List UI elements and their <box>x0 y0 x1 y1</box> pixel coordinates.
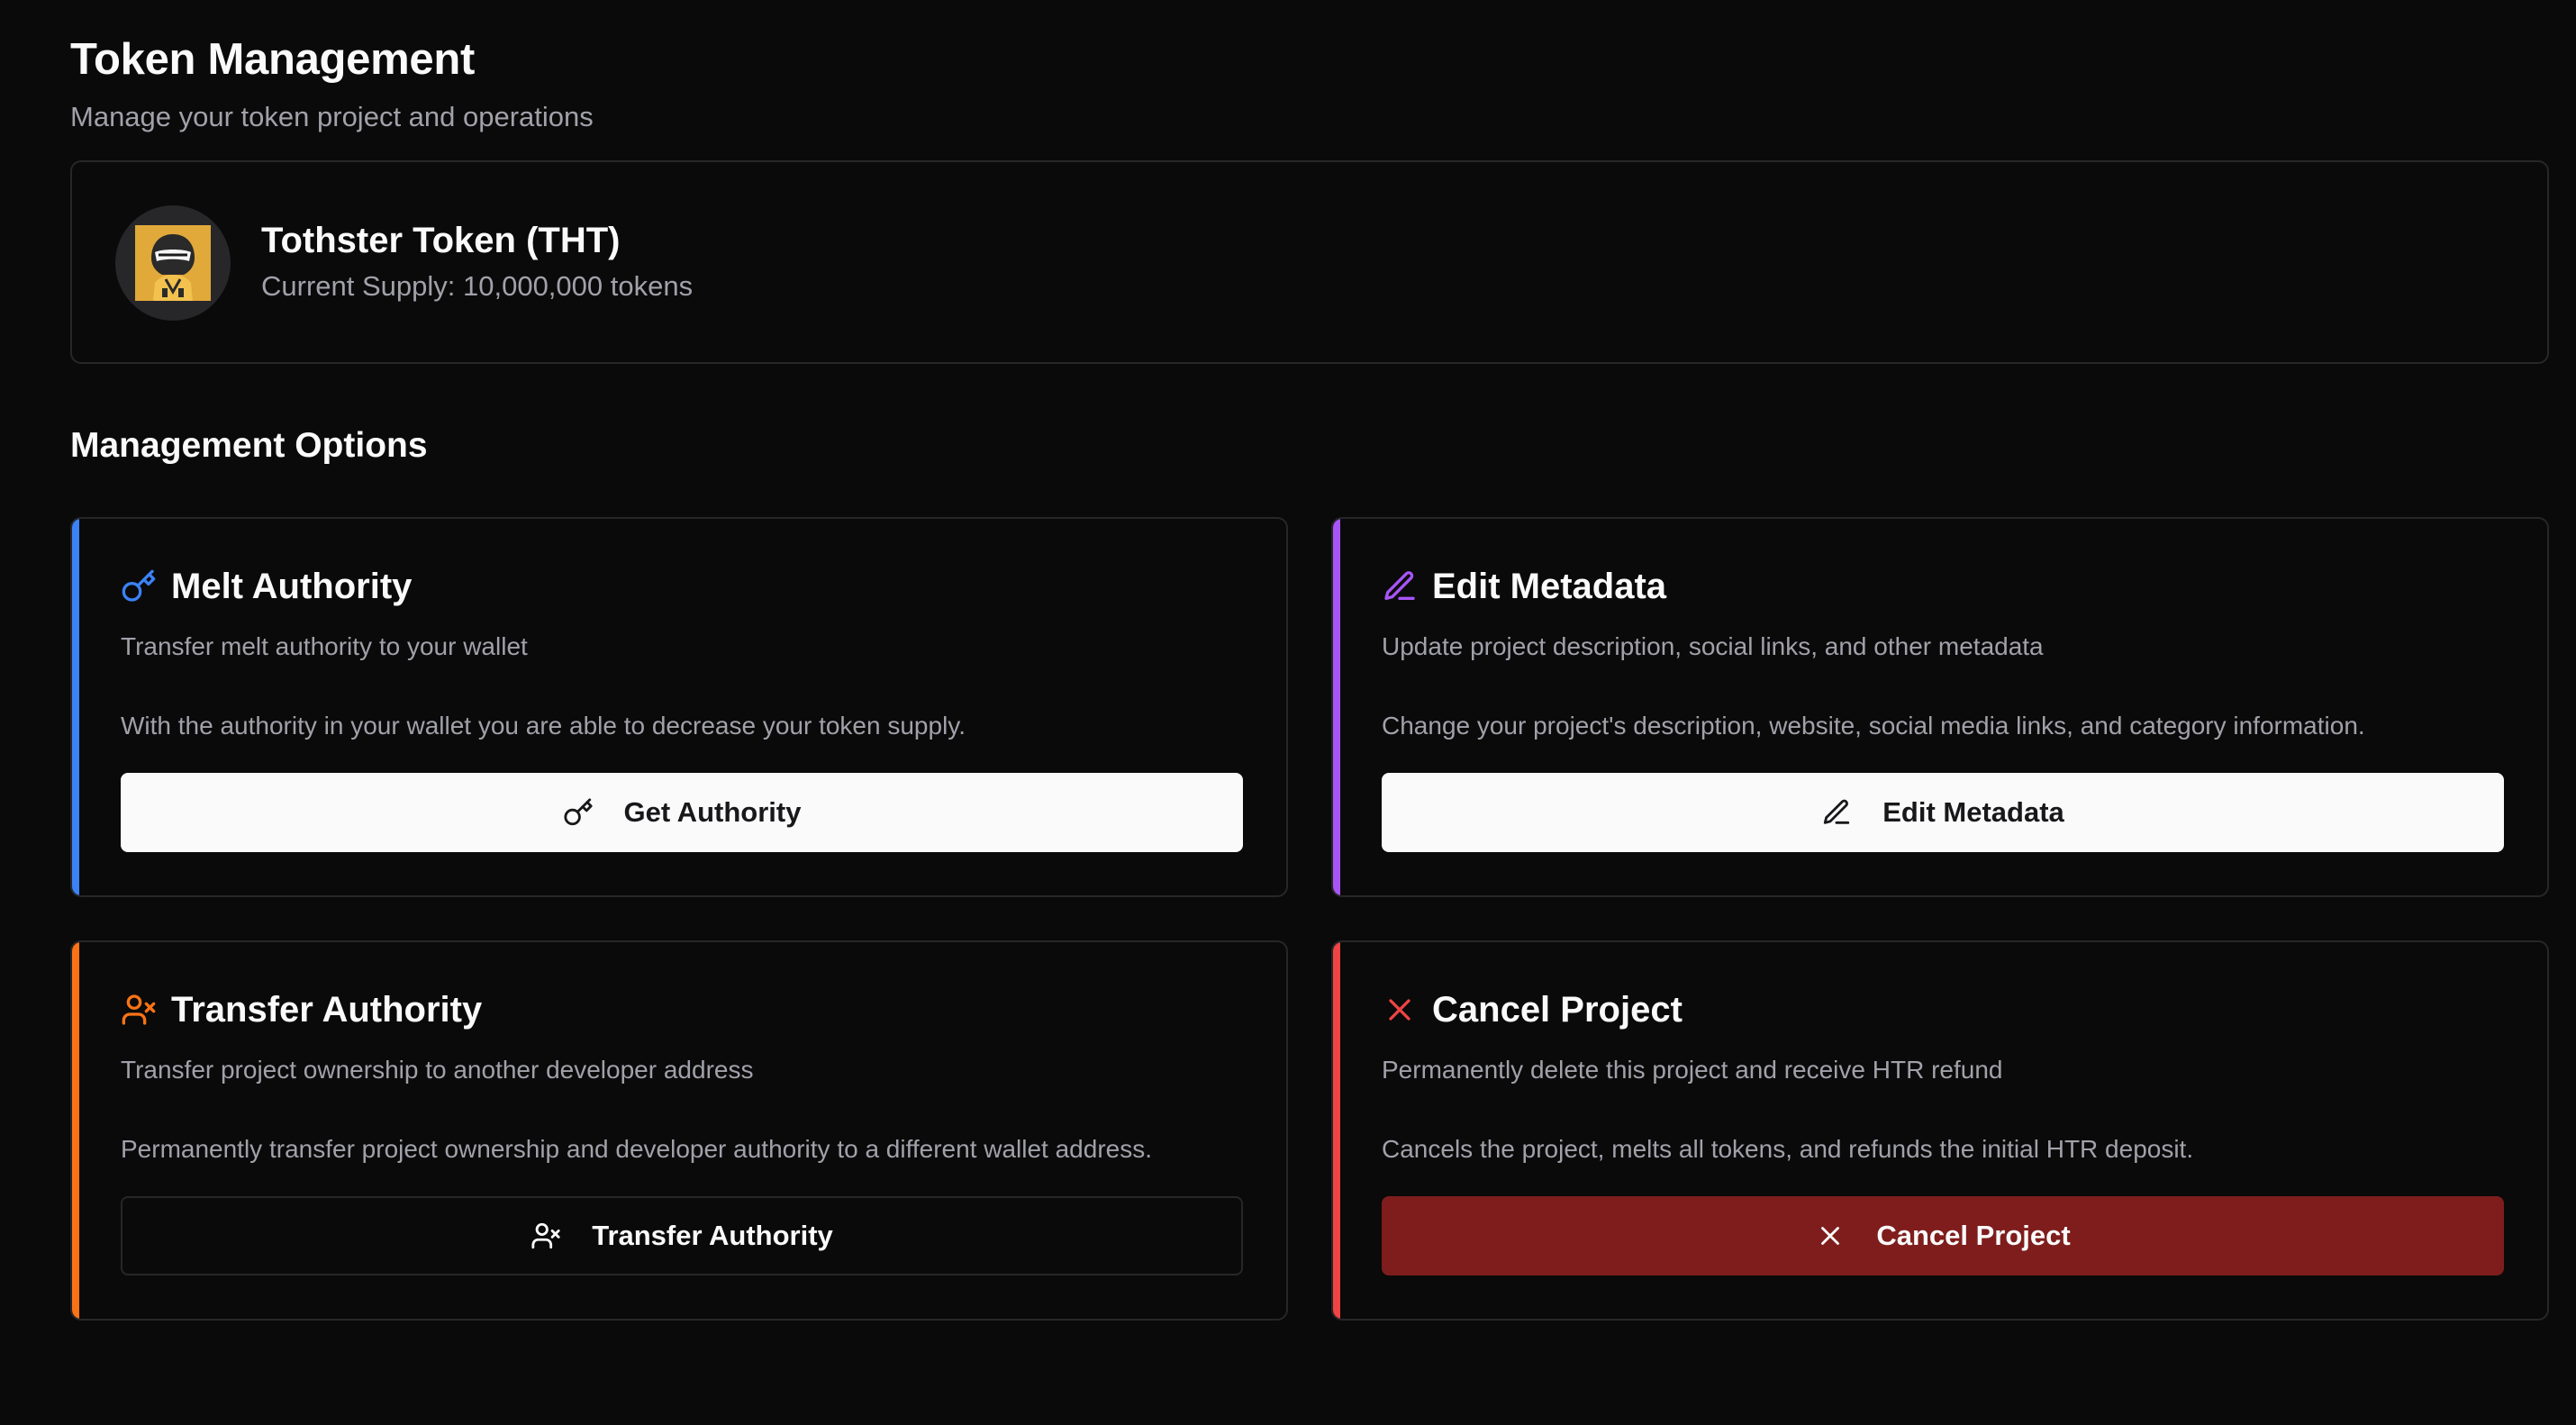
card-subtitle: Transfer project ownership to another de… <box>121 1056 754 1084</box>
transfer-authority-card: Transfer Authority Transfer project owne… <box>70 940 1288 1321</box>
pencil-icon <box>1821 797 1852 828</box>
token-avatar <box>115 205 231 321</box>
card-title: Cancel Project <box>1432 990 1683 1030</box>
cancel-project-card: Cancel Project Permanently delete this p… <box>1331 940 2549 1321</box>
card-title: Edit Metadata <box>1432 567 1667 606</box>
card-accent <box>1333 519 1340 895</box>
key-icon <box>121 568 157 604</box>
card-subtitle: Transfer melt authority to your wallet <box>121 632 528 660</box>
user-x-icon <box>531 1221 561 1251</box>
card-subtitle: Permanently delete this project and rece… <box>1382 1056 2003 1084</box>
button-label: Cancel Project <box>1876 1220 2071 1251</box>
get-authority-button[interactable]: Get Authority <box>121 773 1243 852</box>
card-header: Transfer Authority <box>121 987 482 1032</box>
edit-metadata-button[interactable]: Edit Metadata <box>1382 773 2504 852</box>
card-description: Change your project's description, websi… <box>1382 712 2365 740</box>
token-supply: Current Supply: 10,000,000 tokens <box>261 270 694 302</box>
edit-metadata-card: Edit Metadata Update project description… <box>1331 517 2549 897</box>
card-description: Permanently transfer project ownership a… <box>121 1135 1153 1163</box>
page-title: Token Management <box>70 35 475 84</box>
token-summary-card: Tothster Token (THT) Current Supply: 10,… <box>70 160 2549 364</box>
button-label: Edit Metadata <box>1882 796 2064 828</box>
key-icon <box>563 797 594 828</box>
card-title: Melt Authority <box>171 567 413 606</box>
pencil-icon <box>1382 568 1418 604</box>
button-label: Transfer Authority <box>592 1220 833 1251</box>
card-subtitle: Update project description, social links… <box>1382 632 2044 660</box>
card-title: Transfer Authority <box>171 990 483 1030</box>
close-icon <box>1815 1221 1846 1251</box>
cancel-project-button[interactable]: Cancel Project <box>1382 1196 2504 1275</box>
card-description: With the authority in your wallet you ar… <box>121 712 966 740</box>
card-header: Edit Metadata <box>1382 564 1666 609</box>
management-options-heading: Management Options <box>70 426 428 465</box>
card-accent <box>72 519 79 895</box>
melt-authority-card: Melt Authority Transfer melt authority t… <box>70 517 1288 897</box>
card-header: Melt Authority <box>121 564 412 609</box>
card-accent <box>72 942 79 1319</box>
button-label: Get Authority <box>623 796 802 828</box>
transfer-authority-button[interactable]: Transfer Authority <box>121 1196 1243 1275</box>
user-x-icon <box>121 992 157 1028</box>
card-description: Cancels the project, melts all tokens, a… <box>1382 1135 2194 1163</box>
token-name: Tothster Token (THT) <box>261 221 621 260</box>
card-accent <box>1333 942 1340 1319</box>
close-icon <box>1382 992 1418 1028</box>
card-header: Cancel Project <box>1382 987 1683 1032</box>
helmet-avatar-icon <box>135 225 211 301</box>
page-subtitle: Manage your token project and operations <box>70 101 594 132</box>
